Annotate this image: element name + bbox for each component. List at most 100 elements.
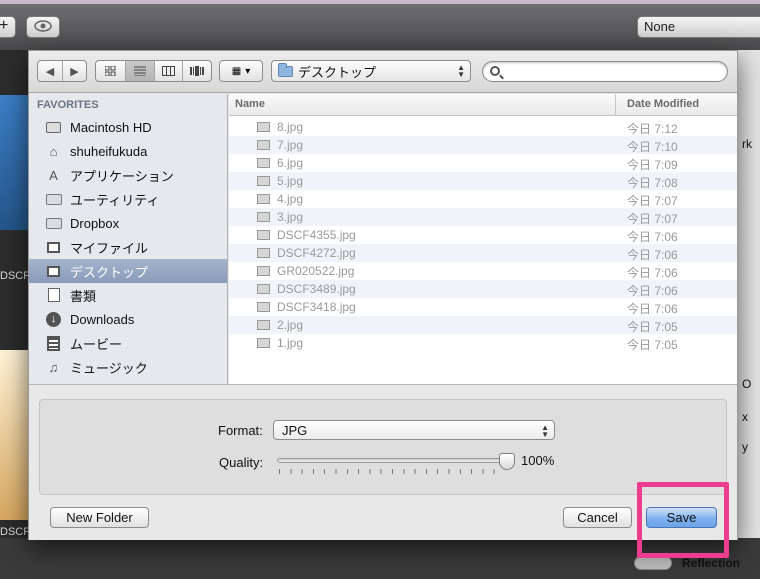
sidebar-item-home[interactable]: ⌂ shuheifukuda [29, 139, 227, 163]
applications-icon: A [49, 167, 58, 183]
quality-slider-thumb[interactable] [499, 453, 515, 470]
back-icon[interactable]: ◀ [38, 61, 62, 81]
navigation-control: ◀ ▶ [37, 60, 87, 82]
image-file-icon [257, 248, 270, 258]
image-file-icon [257, 230, 270, 240]
background-thumbnail-label: DSCF [0, 270, 30, 282]
updown-arrows-icon: ▲ ▼ [541, 423, 549, 439]
image-file-icon [257, 158, 270, 168]
table-row[interactable]: 7.jpg 今日 7:10 [229, 136, 737, 154]
desktop-icon [45, 264, 62, 279]
sidebar-item-label: デスクトップ [70, 264, 149, 280]
quality-label: Quality: [219, 455, 264, 470]
table-row[interactable]: DSCF4355.jpg 今日 7:06 [229, 226, 737, 244]
table-row[interactable]: 6.jpg 今日 7:09 [229, 154, 737, 172]
quality-value: 100% [521, 453, 555, 468]
chevron-down-icon: ▾ [245, 65, 251, 77]
column-divider[interactable] [615, 94, 616, 116]
sidebar-item-all-files[interactable]: マイファイル [29, 235, 227, 259]
image-file-icon [257, 176, 270, 186]
arrange-menu-button[interactable]: ▦ ▾ [219, 60, 263, 82]
table-row[interactable]: 5.jpg 今日 7:08 [229, 172, 737, 190]
sidebar-item-documents[interactable]: 書類 [29, 283, 227, 307]
background-thumbnail-label: DSCF [0, 526, 30, 538]
file-date: 今日 7:05 [627, 320, 678, 334]
favorites-header: FAVORITES [37, 99, 99, 111]
background-inspector-text: O [742, 377, 752, 391]
table-row[interactable]: DSCF4272.jpg 今日 7:06 [229, 244, 737, 262]
table-row[interactable]: GR020522.jpg 今日 7:06 [229, 262, 737, 280]
image-file-icon [257, 338, 270, 348]
background-inspector-text: rk [742, 137, 752, 151]
sidebar-item-dropbox[interactable]: Dropbox [29, 211, 227, 235]
none-popup[interactable]: None [637, 16, 760, 38]
file-date: 今日 7:07 [627, 212, 678, 226]
table-row[interactable]: 1.jpg 今日 7:05 [229, 334, 737, 352]
search-icon [490, 66, 500, 76]
cancel-button[interactable]: Cancel [563, 507, 632, 528]
file-date: 今日 7:07 [627, 194, 678, 208]
file-name: DSCF4355.jpg [277, 228, 356, 242]
format-label: Format: [218, 423, 263, 438]
table-row[interactable]: 3.jpg 今日 7:07 [229, 208, 737, 226]
downloads-icon: ↓ [45, 311, 62, 327]
file-name: GR020522.jpg [277, 264, 355, 278]
save-button-highlight [637, 482, 729, 558]
save-dialog: ◀ ▶ ▦ ▾ デスクトップ ▲ ▼ FAVORITES Macintosh H… [28, 50, 738, 540]
sidebar-item-movies[interactable]: ムービー [29, 331, 227, 355]
table-row[interactable]: 2.jpg 今日 7:05 [229, 316, 737, 334]
file-date: 今日 7:08 [627, 176, 678, 190]
image-file-icon [257, 122, 270, 132]
sidebar-item-macintosh-hd[interactable]: Macintosh HD [29, 115, 227, 139]
new-folder-button[interactable]: New Folder [50, 507, 149, 528]
icon-view-icon[interactable] [96, 61, 125, 81]
table-row[interactable]: 8.jpg 今日 7:12 [229, 118, 737, 136]
sidebar-item-label: shuheifukuda [70, 143, 148, 159]
file-list-header: Name Date Modified [229, 94, 737, 116]
forward-icon[interactable]: ▶ [61, 61, 86, 81]
sidebar-item-applications[interactable]: A アプリケーション [29, 163, 227, 187]
add-icon[interactable]: + [0, 16, 16, 38]
quality-slider[interactable] [277, 458, 507, 463]
image-file-icon [257, 302, 270, 312]
file-name: DSCF3418.jpg [277, 300, 356, 314]
table-row[interactable]: DSCF3489.jpg 今日 7:06 [229, 280, 737, 298]
options-box [39, 399, 727, 495]
sidebar-item-downloads[interactable]: ↓ Downloads [29, 307, 227, 331]
background-thumbnail[interactable] [0, 350, 28, 520]
column-header-date-modified[interactable]: Date Modified [627, 98, 699, 110]
file-date: 今日 7:06 [627, 302, 678, 316]
folder-icon [278, 62, 293, 77]
search-field[interactable] [482, 61, 728, 82]
sidebar: FAVORITES Macintosh HD ⌂ shuheifukuda A … [29, 94, 228, 384]
sidebar-item-music[interactable]: ♫ ミュージック [29, 355, 227, 379]
file-name: 8.jpg [277, 120, 304, 134]
format-select[interactable]: JPG ▲ ▼ [273, 420, 555, 440]
location-popup[interactable]: デスクトップ ▲ ▼ [271, 60, 471, 82]
sidebar-item-utilities[interactable]: ユーティリティ [29, 187, 227, 211]
sidebar-item-label: Downloads [70, 311, 135, 327]
background-inspector [738, 50, 760, 579]
table-row[interactable]: DSCF3418.jpg 今日 7:06 [229, 298, 737, 316]
column-view-icon[interactable] [153, 61, 183, 81]
eye-icon[interactable] [26, 16, 60, 38]
all-files-icon [45, 240, 62, 255]
sidebar-item-label: ミュージック [70, 360, 148, 376]
search-input[interactable] [505, 64, 720, 79]
list-view-icon[interactable] [124, 61, 154, 81]
table-row[interactable]: 4.jpg 今日 7:07 [229, 190, 737, 208]
cover-flow-icon[interactable] [182, 61, 211, 81]
background-thumbnail[interactable] [0, 95, 28, 230]
sidebar-item-label: アプリケーション [70, 168, 174, 184]
file-list: Name Date Modified 8.jpg 今日 7:12 7.jpg 今日 … [229, 94, 737, 384]
movies-icon [45, 335, 62, 351]
column-header-name[interactable]: Name [235, 98, 265, 110]
home-icon: ⌂ [49, 143, 58, 159]
file-date: 今日 7:06 [627, 230, 678, 244]
background-inspector-text: x [742, 410, 748, 424]
sidebar-item-desktop[interactable]: デスクトップ [29, 259, 227, 283]
file-name: 2.jpg [277, 318, 304, 332]
file-name: 3.jpg [277, 210, 304, 224]
reflection-toggle[interactable] [634, 556, 672, 570]
save-options-panel: Format: JPG ▲ ▼ Quality: 100% New Folder … [29, 384, 737, 540]
